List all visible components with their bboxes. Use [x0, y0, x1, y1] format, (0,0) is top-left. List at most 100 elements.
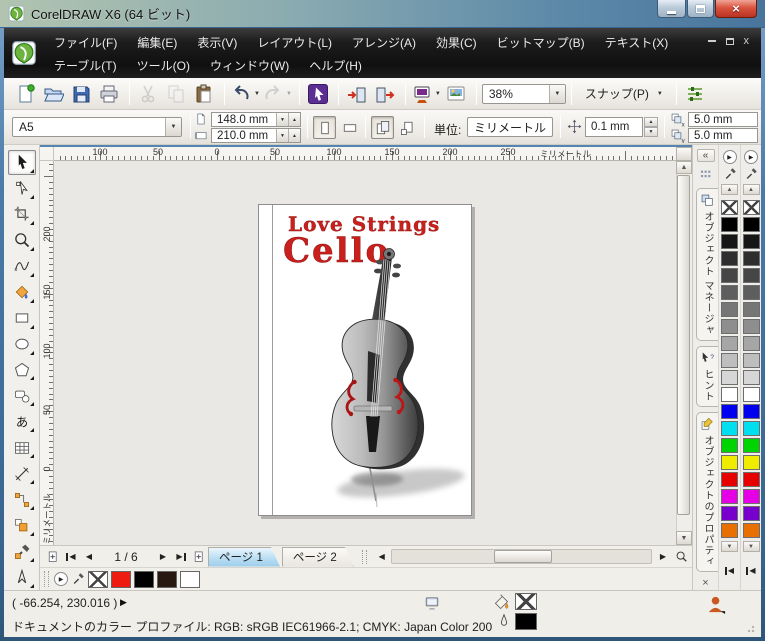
copy-button[interactable] — [163, 81, 189, 107]
color-swatch-8e8e8e-doc[interactable] — [743, 319, 760, 334]
menu-item-row1-0[interactable]: ファイル(F) — [44, 34, 127, 51]
color-swatch-161616-doc[interactable] — [743, 234, 760, 249]
horizontal-scroll-thumb[interactable] — [494, 550, 552, 563]
units-combobox[interactable]: ミリメートル▼ — [467, 117, 553, 137]
outline-color-indicator[interactable] — [515, 613, 537, 630]
duplicate-y-field[interactable]: 5.0 mm — [688, 128, 758, 143]
fill-color-indicator[interactable] — [515, 593, 537, 610]
mdi-minimize-icon[interactable] — [708, 40, 716, 42]
pick-tool[interactable] — [8, 150, 36, 175]
portrait-orientation-button[interactable] — [313, 116, 336, 139]
pane-splitter[interactable] — [362, 550, 367, 564]
redo-button[interactable]: ▼ — [262, 81, 292, 107]
h-scroll-left-button[interactable]: ◀ — [373, 548, 391, 565]
doc-color-swatch-ee1c10[interactable] — [111, 571, 131, 588]
chevron-down-icon[interactable]: ▼ — [549, 85, 565, 103]
docker-tab-2[interactable]: オブジェクトのプロパティ — [696, 412, 718, 572]
color-swatch-0000f0-doc[interactable] — [743, 404, 760, 419]
doc-palette-eyedropper-icon[interactable] — [71, 572, 85, 586]
connector-tool[interactable] — [8, 487, 36, 512]
whats-new-button[interactable] — [305, 81, 331, 107]
color-swatch-7700cc-doc[interactable] — [743, 506, 760, 521]
palette-flyout-button[interactable]: ▶ — [723, 150, 737, 164]
all-pages-button[interactable] — [371, 116, 394, 139]
palette-scroll-up-button[interactable]: ▲ — [721, 184, 738, 195]
page-tab-1[interactable]: ページ 1 — [208, 547, 280, 567]
color-swatch-none-doc[interactable] — [743, 200, 760, 215]
horizontal-scrollbar[interactable] — [391, 549, 652, 564]
menu-item-row1-6[interactable]: ビットマップ(B) — [487, 34, 595, 51]
color-swatch-2e2e2e[interactable] — [721, 251, 738, 266]
menu-item-row1-1[interactable]: 編集(E) — [127, 34, 187, 51]
chevron-down-icon[interactable]: ▼ — [286, 91, 292, 97]
color-swatch-00d400-doc[interactable] — [743, 438, 760, 453]
resize-grip[interactable] — [747, 623, 757, 633]
color-swatch-e600e6-doc[interactable] — [743, 489, 760, 504]
color-swatch-00dff0-doc[interactable] — [743, 421, 760, 436]
palette-eyedropper-icon[interactable] — [723, 167, 737, 181]
zoom-tool[interactable] — [8, 228, 36, 253]
docker-collapse-button[interactable]: « — [697, 149, 715, 162]
color-swatch-7700cc[interactable] — [721, 506, 738, 521]
horizontal-ruler[interactable]: 10050050100150200250ミリメートル — [54, 147, 676, 161]
menu-item-row1-4[interactable]: アレンジ(A) — [342, 34, 426, 51]
palette-eyedropper-icon-doc[interactable] — [744, 167, 758, 181]
outline-indicator-icon[interactable] — [496, 613, 512, 629]
color-swatch-d6d6d6-doc[interactable] — [743, 370, 760, 385]
rectangle-tool[interactable] — [8, 306, 36, 331]
drawing-canvas[interactable]: Love Strings Cello — [54, 161, 676, 545]
color-swatch-000000-doc[interactable] — [743, 217, 760, 232]
color-swatch-00dff0[interactable] — [721, 421, 738, 436]
basic-shapes-tool[interactable] — [8, 383, 36, 408]
print-button[interactable] — [96, 81, 122, 107]
fill-indicator-icon[interactable] — [492, 593, 511, 612]
palette-expand-button[interactable]: ◀ — [725, 566, 734, 575]
ellipse-tool[interactable] — [8, 332, 36, 357]
open-button[interactable] — [40, 81, 66, 107]
color-swatch-ffffff-doc[interactable] — [743, 387, 760, 402]
menu-item-row1-7[interactable]: テキスト(X) — [595, 34, 679, 51]
menu-item-row2-1[interactable]: ツール(O) — [127, 57, 200, 74]
user-account-icon[interactable] — [706, 594, 727, 615]
palette-flyout-button-doc[interactable]: ▶ — [744, 150, 758, 164]
color-swatch-f0ec00[interactable] — [721, 455, 738, 470]
welcome-screen-button[interactable] — [443, 81, 469, 107]
palette-drag-handle[interactable] — [44, 571, 49, 587]
dimension-tool[interactable] — [8, 461, 36, 486]
cello-image[interactable] — [297, 245, 477, 513]
snap-dropdown-button[interactable]: スナップ(P)▼ — [577, 82, 671, 106]
nudge-spinner[interactable]: ▲▼ — [644, 117, 658, 137]
doc-color-swatch-ffffff[interactable] — [180, 571, 200, 588]
crop-tool[interactable] — [8, 202, 36, 227]
maximize-button[interactable] — [687, 0, 714, 18]
h-scroll-right-button[interactable]: ▶ — [654, 548, 672, 565]
color-swatch-767676[interactable] — [721, 302, 738, 317]
chevron-down-icon[interactable]: ▼ — [254, 91, 260, 97]
color-swatch-464646[interactable] — [721, 268, 738, 283]
polygon-tool[interactable] — [8, 358, 36, 383]
menu-item-row1-5[interactable]: 効果(C) — [426, 34, 487, 51]
color-swatch-e600e6[interactable] — [721, 489, 738, 504]
shape-tool[interactable] — [8, 176, 36, 201]
doc-palette-flyout-button[interactable]: ▶ — [54, 572, 68, 586]
doc-color-swatch-none[interactable] — [88, 571, 108, 588]
color-swatch-5e5e5e-doc[interactable] — [743, 285, 760, 300]
color-swatch-f0ec00-doc[interactable] — [743, 455, 760, 470]
vertical-ruler[interactable]: 200150100500ミリメートル — [40, 161, 54, 545]
doc-color-swatch-27190f[interactable] — [157, 571, 177, 588]
color-swatch-767676-doc[interactable] — [743, 302, 760, 317]
color-swatch-161616[interactable] — [721, 234, 738, 249]
color-swatch-ffffff[interactable] — [721, 387, 738, 402]
freehand-tool[interactable] — [8, 254, 36, 279]
ruler-origin-corner[interactable] — [40, 147, 54, 161]
document-page[interactable]: Love Strings Cello — [258, 204, 472, 516]
app-launcher-button[interactable]: ▼ — [411, 81, 441, 107]
palette-scroll-down-button[interactable]: ▼ — [721, 541, 738, 552]
cut-button[interactable] — [135, 81, 161, 107]
color-swatch-464646-doc[interactable] — [743, 268, 760, 283]
color-swatch-2e2e2e-doc[interactable] — [743, 251, 760, 266]
color-swatch-e60000[interactable] — [721, 472, 738, 487]
nudge-distance-field[interactable]: 0.1 mm — [585, 117, 643, 137]
docker-close-icon[interactable]: × — [702, 577, 708, 589]
outline-pen-tool[interactable] — [8, 565, 36, 590]
